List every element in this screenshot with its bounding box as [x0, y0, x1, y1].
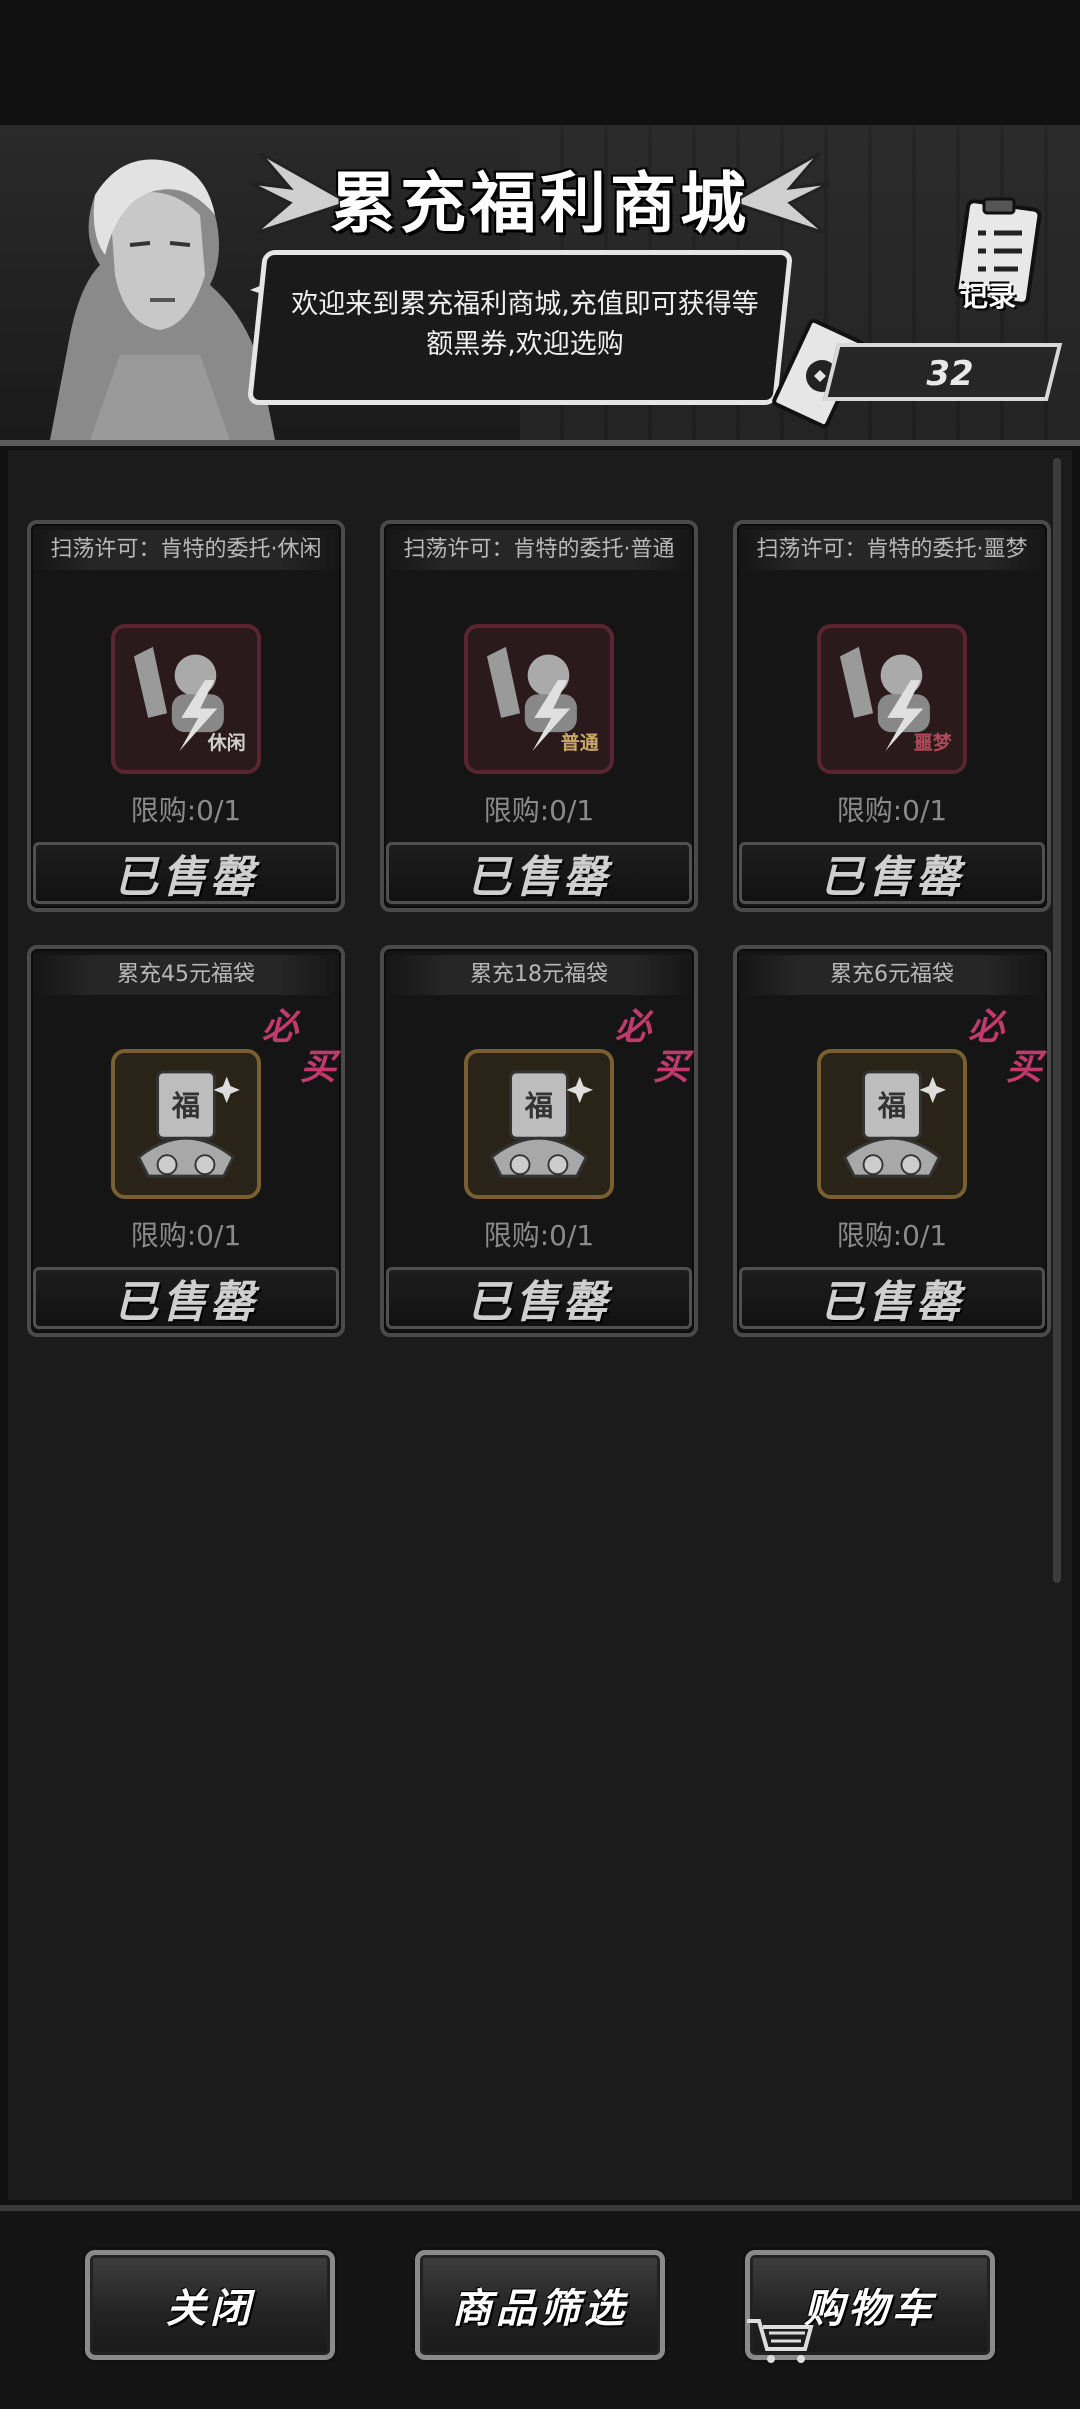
- must-buy-tag: 必 买: [262, 1007, 342, 1087]
- sold-out-button[interactable]: 已售罄: [386, 842, 692, 904]
- item-title: 扫荡许可：肯特的委托·普通: [384, 530, 694, 570]
- item-card-bag-6[interactable]: 累充6元福袋 福 必 买 限购:0/1 已售罄: [733, 945, 1051, 1337]
- item-title: 累充6元福袋: [737, 955, 1047, 995]
- item-title: 累充45元福袋: [31, 955, 341, 995]
- icon-badge: 噩梦: [914, 731, 952, 754]
- icon-badge: 普通: [561, 731, 599, 754]
- purchase-limit: 限购:0/1: [836, 794, 948, 827]
- sold-out-button[interactable]: 已售罄: [33, 842, 339, 904]
- item-card-bag-18[interactable]: 累充18元福袋 福 必 买 限购:0/1 已售罄: [380, 945, 698, 1337]
- shopping-cart-icon: [747, 2319, 814, 2363]
- item-title: 累充18元福袋: [384, 955, 694, 995]
- svg-text:必: 必: [615, 1007, 654, 1048]
- welcome-text: 欢迎来到累充福利商城,充值即可获得等额黑券,欢迎选购: [291, 289, 759, 360]
- filter-button[interactable]: 商品筛选: [415, 2250, 665, 2360]
- sold-out-label: 已售罄: [467, 852, 611, 903]
- sold-out-button[interactable]: 已售罄: [739, 1267, 1045, 1329]
- item-card-sweep-normal[interactable]: 扫荡许可：肯特的委托·普通 普通 限购:0/1 已售罄: [380, 520, 698, 912]
- svg-text:买: 买: [1006, 1047, 1048, 1087]
- sold-out-label: 已售罄: [467, 1277, 611, 1328]
- sold-out-label: 已售罄: [820, 852, 964, 903]
- icon-badge: 福: [877, 1089, 906, 1122]
- item-title: 扫荡许可：肯特的委托·噩梦: [737, 530, 1047, 570]
- sweep-permit-icon: 噩梦: [817, 624, 967, 774]
- must-buy-tag: 必 买: [615, 1007, 695, 1087]
- item-card-bag-45[interactable]: 累充45元福袋 福 必 买 限购:0/1 已售罄: [27, 945, 345, 1337]
- svg-text:必: 必: [262, 1007, 301, 1048]
- title-spikes-right: [740, 151, 830, 235]
- must-buy-tag: 必 买: [968, 1007, 1048, 1087]
- sweep-permit-icon: 普通: [464, 624, 614, 774]
- cart-label: 购物车: [804, 2286, 936, 2332]
- ticket-count: 32: [926, 354, 974, 394]
- sold-out-label: 已售罄: [820, 1277, 964, 1328]
- svg-text:必: 必: [968, 1007, 1007, 1048]
- sold-out-button[interactable]: 已售罄: [386, 1267, 692, 1329]
- item-title: 扫荡许可：肯特的委托·休闲: [31, 530, 341, 570]
- sweep-permit-icon: 休闲: [111, 624, 261, 774]
- purchase-limit: 限购:0/1: [483, 1219, 595, 1252]
- lucky-bag-icon: 福: [464, 1049, 614, 1199]
- record-label[interactable]: 记录: [960, 275, 1016, 315]
- sold-out-button[interactable]: 已售罄: [33, 1267, 339, 1329]
- icon-badge: 福: [524, 1089, 553, 1122]
- close-button[interactable]: 关闭: [85, 2250, 335, 2360]
- item-card-sweep-casual[interactable]: 扫荡许可：肯特的委托·休闲 休闲 限购:0/1 已售罄: [27, 520, 345, 912]
- purchase-limit: 限购:0/1: [130, 794, 242, 827]
- sold-out-button[interactable]: 已售罄: [739, 842, 1045, 904]
- title-spikes-left: [250, 151, 340, 235]
- purchase-limit: 限购:0/1: [483, 794, 595, 827]
- svg-text:买: 买: [653, 1047, 695, 1087]
- shop-title-banner: 累充福利商城: [250, 143, 830, 253]
- close-label: 关闭: [166, 2286, 254, 2332]
- filter-label: 商品筛选: [452, 2286, 628, 2332]
- purchase-limit: 限购:0/1: [836, 1219, 948, 1252]
- sold-out-label: 已售罄: [114, 852, 258, 903]
- shop-title: 累充福利商城: [330, 165, 750, 242]
- scrollbar[interactable]: [1053, 458, 1061, 1583]
- item-card-sweep-nightmare[interactable]: 扫荡许可：肯特的委托·噩梦 噩梦 限购:0/1 已售罄: [733, 520, 1051, 912]
- icon-badge: 休闲: [207, 731, 246, 754]
- icon-badge: 福: [171, 1089, 200, 1122]
- lucky-bag-icon: 福: [817, 1049, 967, 1199]
- svg-text:买: 买: [300, 1047, 342, 1087]
- lucky-bag-icon: 福: [111, 1049, 261, 1199]
- sold-out-label: 已售罄: [114, 1277, 258, 1328]
- purchase-limit: 限购:0/1: [130, 1219, 242, 1252]
